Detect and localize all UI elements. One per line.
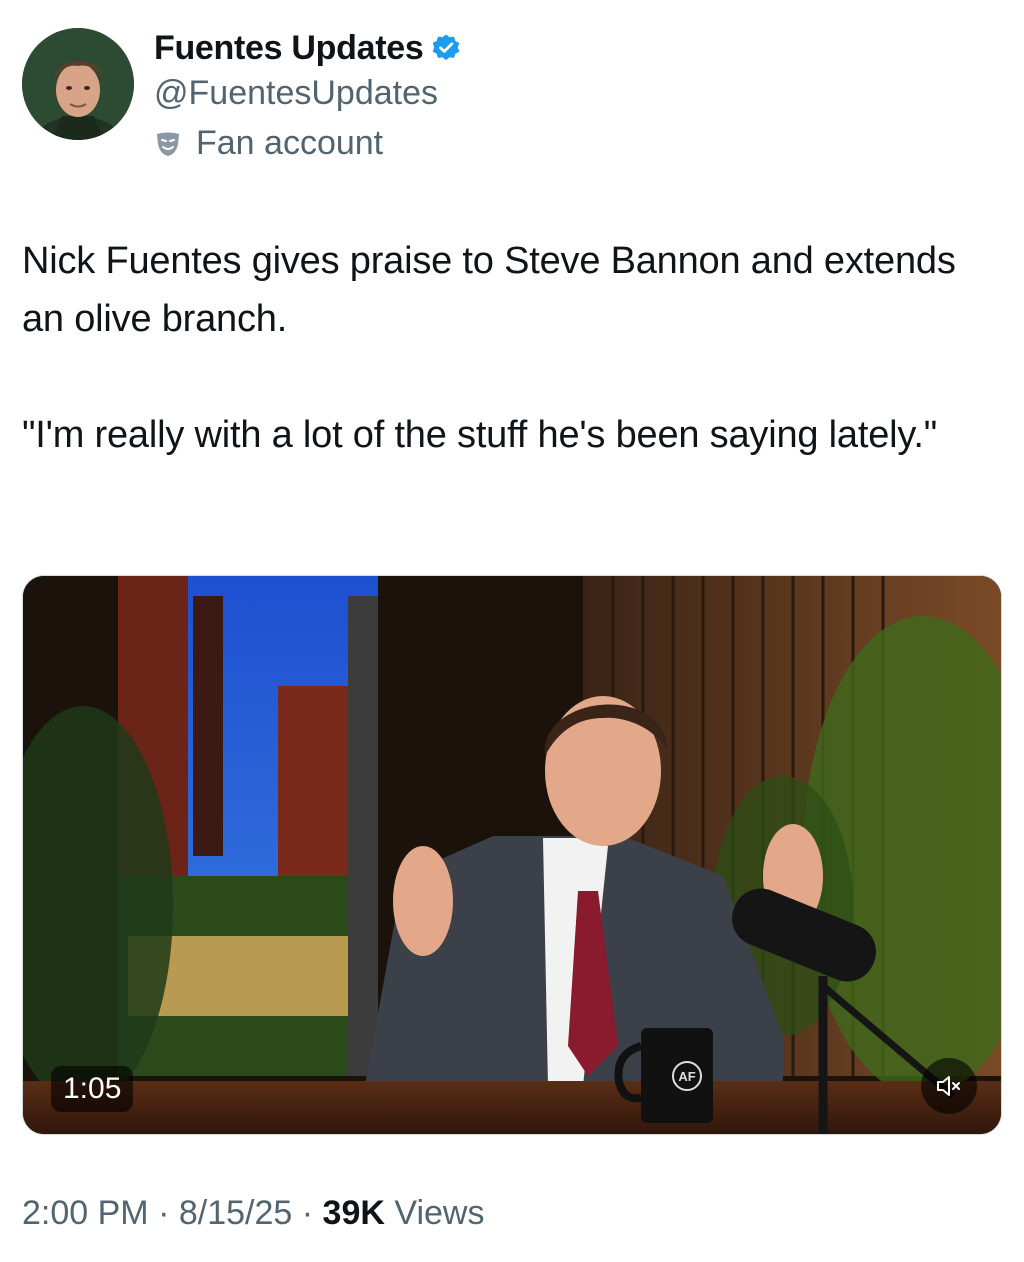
account-label-row: Fan account — [154, 124, 383, 163]
views-label: Views — [394, 1194, 485, 1232]
video-duration-badge: 1:05 — [51, 1066, 134, 1112]
meta-separator: · — [301, 1194, 314, 1232]
volume-muted-icon — [937, 1076, 960, 1096]
mute-toggle-button[interactable] — [921, 1058, 977, 1114]
video-frame: AF — [23, 576, 1001, 1134]
display-name[interactable]: Fuentes Updates — [154, 29, 424, 68]
views-count[interactable]: 39K — [323, 1194, 385, 1232]
name-row: Fuentes Updates — [154, 28, 461, 68]
tweet-meta: 2:00 PM · 8/15/25 · 39K Views — [22, 1194, 484, 1233]
author-handle[interactable]: @FuentesUpdates — [154, 74, 438, 113]
account-label: Fan account — [196, 124, 384, 162]
post-time[interactable]: 2:00 PM — [22, 1194, 149, 1232]
theater-mask-icon — [154, 130, 182, 158]
video-player[interactable]: AF 1:05 — [22, 575, 1002, 1135]
author-avatar[interactable] — [22, 28, 134, 140]
tweet-text-paragraph-2: "I'm really with a lot of the stuff he's… — [22, 414, 938, 456]
verified-badge-icon[interactable] — [431, 33, 461, 63]
tweet-text: Nick Fuentes gives praise to Steve Banno… — [22, 232, 982, 464]
tweet-header: Fuentes Updates @FuentesUpdates Fan acco… — [22, 28, 1002, 168]
meta-separator: · — [158, 1194, 170, 1232]
tweet-text-paragraph-1: Nick Fuentes gives praise to Steve Banno… — [22, 240, 956, 340]
avatar-photo — [22, 28, 134, 140]
post-date[interactable]: 8/15/25 — [179, 1194, 292, 1232]
mug-logo: AF — [678, 1069, 695, 1084]
